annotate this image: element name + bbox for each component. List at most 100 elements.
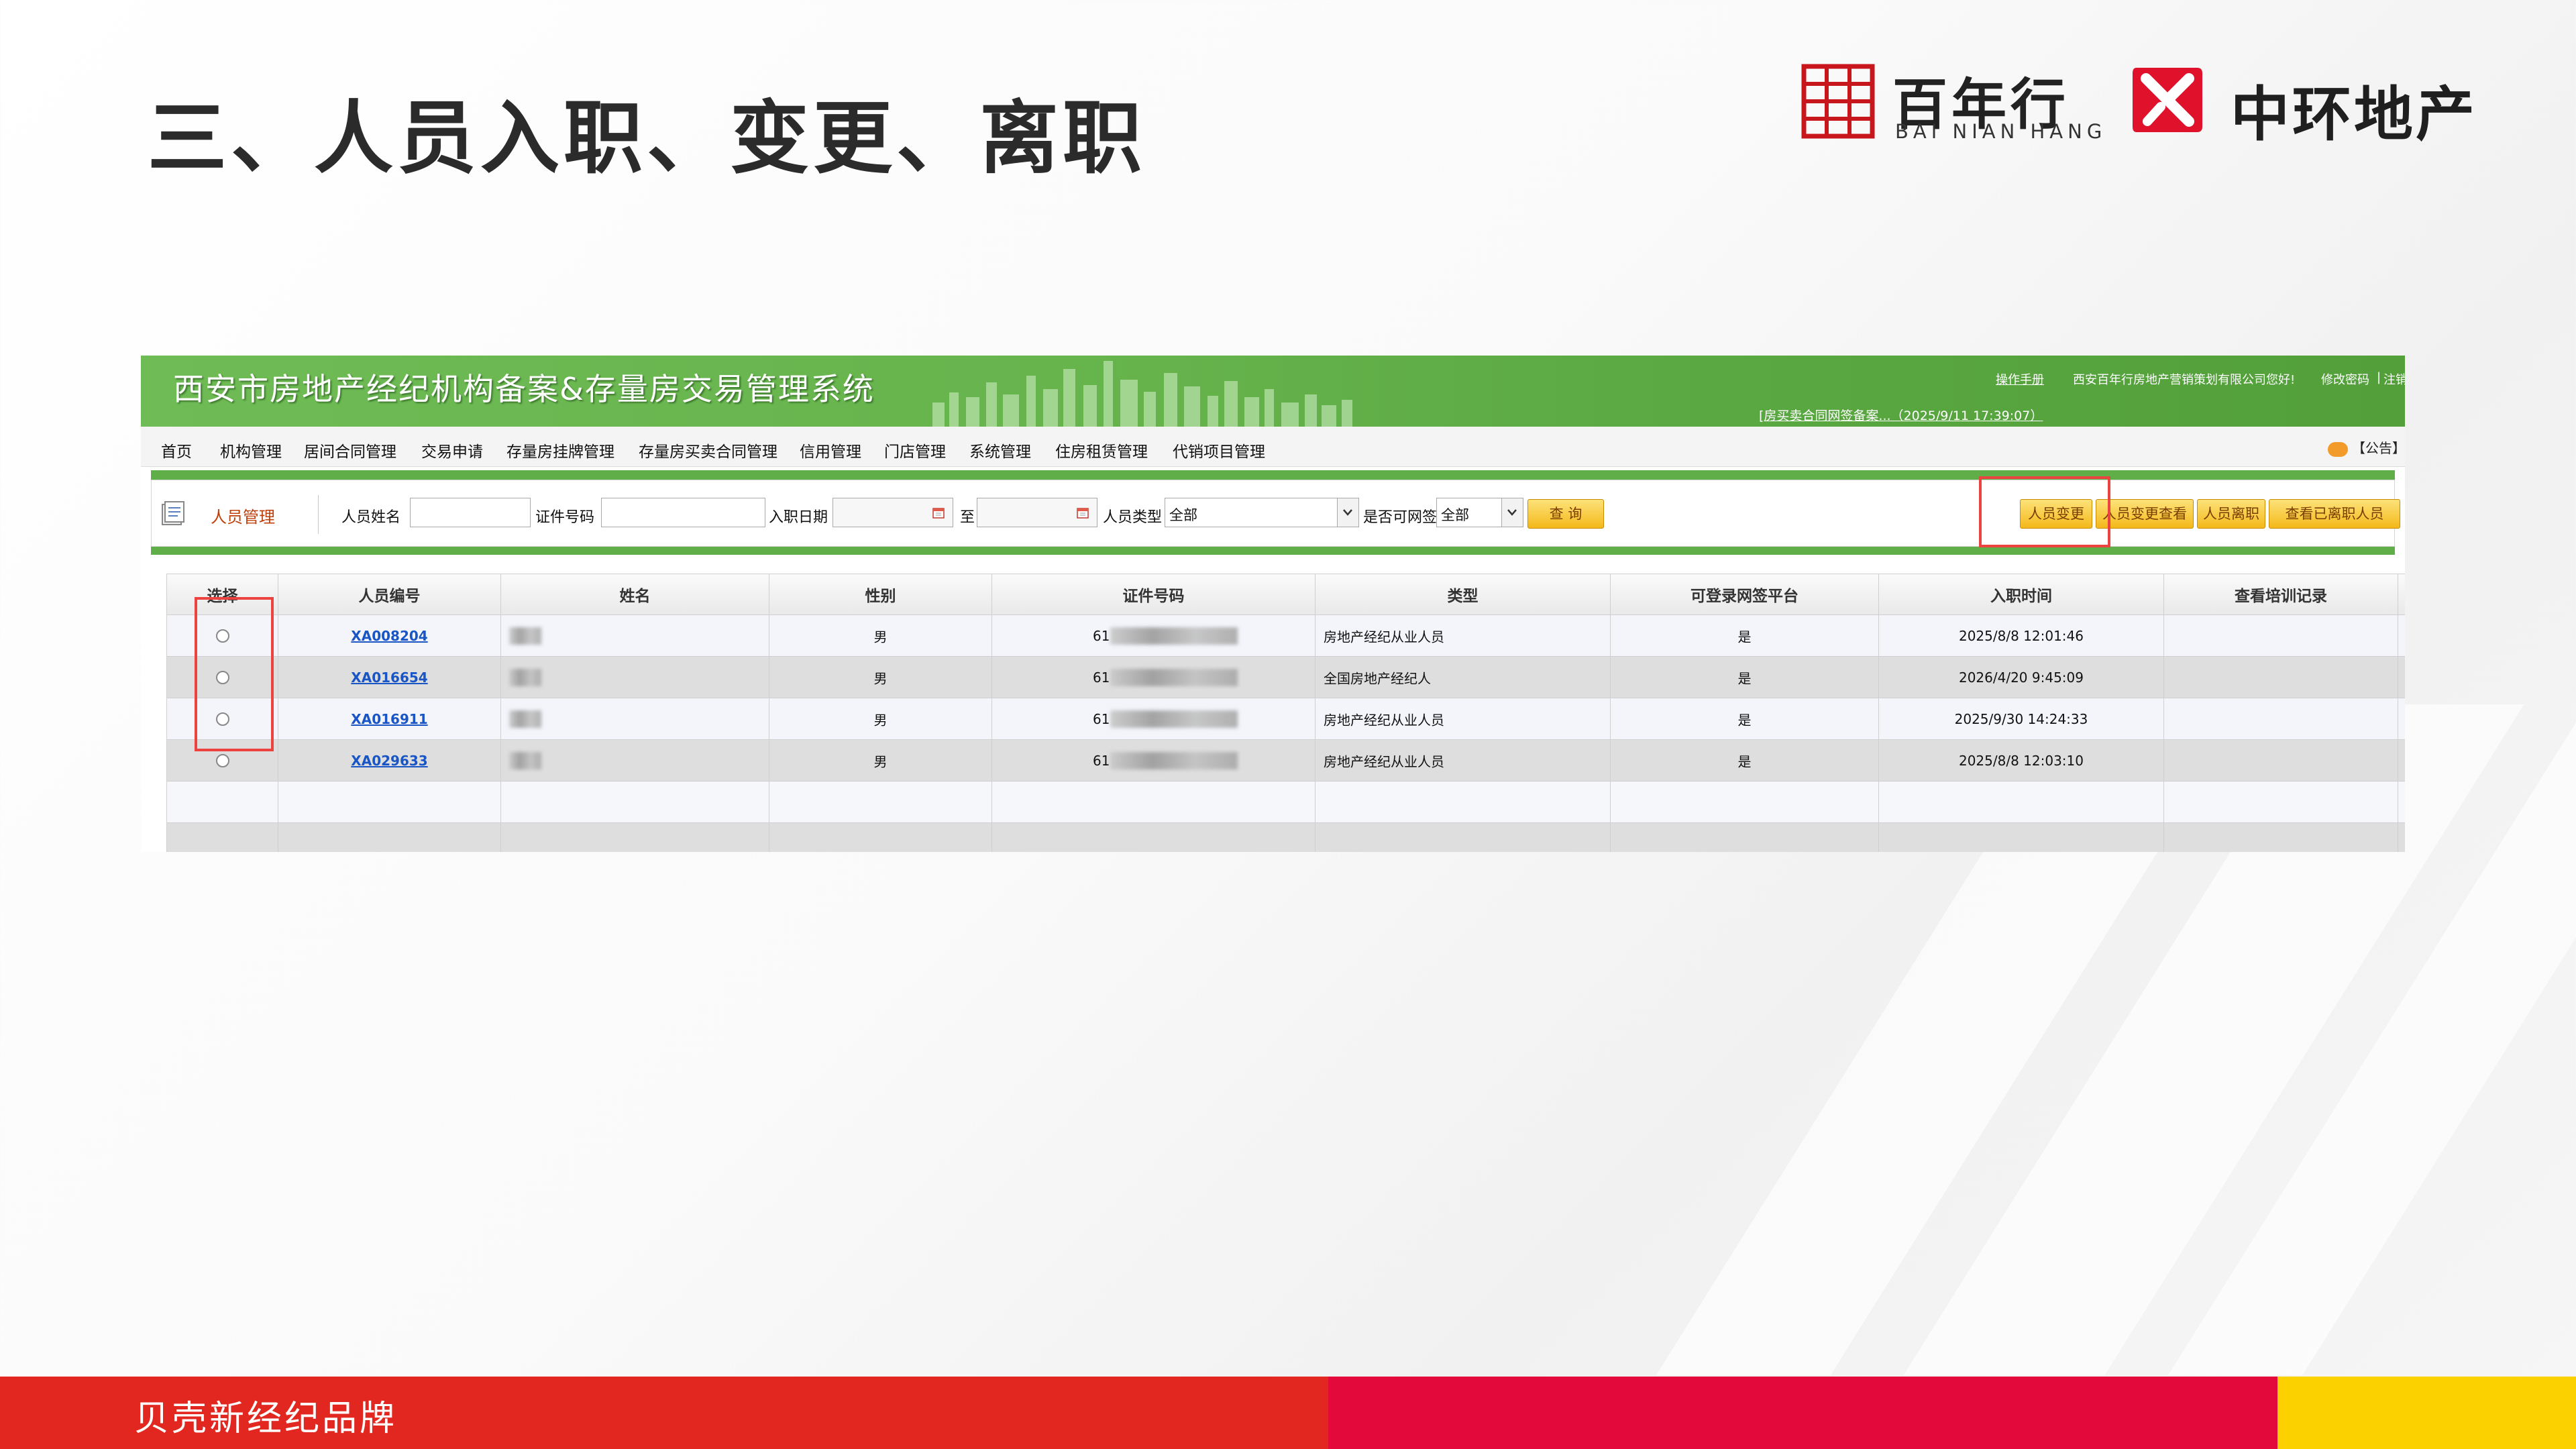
person-resign-button[interactable]: 人员离职 [2197, 499, 2265, 529]
empty-row [166, 823, 2405, 852]
can-login-cell: 是 [1737, 670, 1752, 686]
person-id-link[interactable]: XA016911 [278, 711, 500, 727]
menu-sales-contract[interactable]: 存量房买卖合同管理 [639, 439, 777, 462]
table-row[interactable]: XA016654 男 61 全国房地产经纪人 是 2026/4/20 9:45:… [166, 657, 2405, 698]
id-number-label: 证件号码 [535, 509, 595, 526]
zhonghuan-cn-name: 中环地产 [2231, 80, 2478, 149]
name-input[interactable] [410, 498, 531, 527]
gender-cell: 男 [873, 753, 888, 769]
gender-cell: 男 [873, 629, 888, 645]
col-gender: 性别 [769, 574, 991, 614]
redacted-blur [1110, 751, 1238, 769]
bainianhang-logo: 百年行 BAI NIAN HANG [1801, 64, 2102, 144]
menu-brokerage-contract[interactable]: 居间合同管理 [304, 439, 396, 462]
redacted-blur [509, 668, 541, 686]
table-row[interactable]: XA029633 男 61 房地产经纪从业人员 是 2025/8/8 12:03… [166, 740, 2405, 782]
can-sign-select[interactable]: 全部 [1436, 498, 1523, 527]
name-cell [500, 615, 769, 656]
id-number-cell: 61 [991, 698, 1315, 739]
table-row[interactable]: XA016911 男 61 房地产经纪从业人员 是 2025/9/30 14:2… [166, 698, 2405, 740]
name-cell [500, 740, 769, 781]
person-type-select[interactable]: 全部 [1165, 498, 1359, 527]
name-cell [500, 698, 769, 739]
can-sign-value: 全部 [1441, 507, 1469, 523]
announcement-button[interactable]: 【公告】 [2328, 437, 2405, 457]
calendar-icon[interactable] [1076, 506, 1089, 519]
search-button[interactable]: 查 询 [1527, 499, 1604, 529]
date-to-label: 至 [960, 509, 975, 526]
menu-listing[interactable]: 存量房挂牌管理 [506, 439, 614, 462]
col-type: 类型 [1315, 574, 1610, 614]
hire-time-cell: 2025/8/8 12:03:10 [1958, 752, 2084, 769]
gender-cell: 男 [873, 670, 888, 686]
can-login-cell: 是 [1737, 712, 1752, 728]
app-header: 西安市房地产经纪机构备案&存量房交易管理系统 操作手册 西安百年行房地产营销策划… [141, 356, 2405, 427]
toolbar-divider [318, 495, 319, 534]
col-training: 查看培训记录 [2163, 574, 2398, 614]
col-hire-time: 入职时间 [1878, 574, 2163, 614]
menu-transaction-request[interactable]: 交易申请 [421, 439, 483, 462]
footer-yellow-segment [2277, 1377, 2576, 1449]
menu-home[interactable]: 首页 [161, 439, 192, 462]
bainianhang-en-name: BAI NIAN HANG [1895, 120, 2107, 143]
change-password-link[interactable]: 修改密码 [2321, 370, 2369, 388]
id-number-cell: 61 [991, 657, 1315, 698]
chevron-down-icon [1337, 498, 1358, 527]
row-radio[interactable] [215, 753, 229, 767]
can-sign-label: 是否可网签 [1363, 509, 1438, 526]
table-row[interactable]: XA008204 男 61 房地产经纪从业人员 是 2025/8/8 12:01… [166, 615, 2405, 657]
type-cell: 全国房地产经纪人 [1324, 670, 1431, 686]
section-title: 人员管理 [211, 508, 275, 527]
col-person-id: 人员编号 [278, 574, 500, 614]
hire-time-cell: 2026/4/20 9:45:09 [1958, 669, 2084, 686]
change-button-highlight [1979, 476, 2110, 547]
gender-cell: 男 [873, 712, 888, 728]
chat-bubble-icon [2328, 441, 2348, 457]
person-id-link[interactable]: XA029633 [278, 753, 500, 769]
person-type-label: 人员类型 [1103, 509, 1163, 526]
type-cell: 房地产经纪从业人员 [1324, 712, 1444, 728]
id-number-input[interactable] [601, 498, 765, 527]
hire-time-cell: 2025/8/8 12:01:46 [1958, 627, 2084, 644]
can-login-cell: 是 [1737, 753, 1752, 769]
app-title: 西安市房地产经纪机构备案&存量房交易管理系统 [173, 371, 875, 407]
redacted-blur [509, 627, 541, 645]
id-number-cell: 61 [991, 740, 1315, 781]
hire-time-cell: 2025/9/30 14:24:33 [1954, 710, 2088, 727]
footer-band: 贝壳新经纪品牌 [0, 1377, 2576, 1449]
menu-credit[interactable]: 信用管理 [800, 439, 861, 462]
view-resigned-button[interactable]: 查看已离职人员 [2269, 499, 2400, 529]
slide-title: 三、人员入职、变更、离职 [148, 92, 1146, 184]
type-cell: 房地产经纪从业人员 [1324, 629, 1444, 645]
calendar-icon[interactable] [932, 506, 945, 519]
manual-link[interactable]: 操作手册 [1996, 370, 2044, 388]
green-divider [151, 547, 2395, 555]
type-cell: 房地产经纪从业人员 [1324, 753, 1444, 769]
person-id-link[interactable]: XA016654 [278, 669, 500, 686]
redacted-blur [1110, 668, 1238, 686]
hire-date-label: 入职日期 [769, 509, 828, 526]
col-name: 姓名 [500, 574, 769, 614]
menu-system[interactable]: 系统管理 [969, 439, 1031, 462]
redacted-blur [1110, 627, 1238, 645]
redacted-blur [509, 710, 541, 728]
zhonghuan-emblem-icon [2133, 68, 2202, 132]
name-cell [500, 657, 769, 698]
id-number-cell: 61 [991, 615, 1315, 656]
logout-link[interactable]: 注销 [2383, 370, 2405, 388]
header-separator: | [2377, 370, 2381, 384]
chevron-down-icon [1501, 498, 1523, 527]
notice-marquee[interactable]: [房买卖合同网签备案...（2025/9/11 17:39:07） [1759, 406, 2043, 424]
col-can-login: 可登录网签平台 [1610, 574, 1878, 614]
document-icon [162, 501, 184, 525]
menu-consignment[interactable]: 代销项目管理 [1173, 439, 1265, 462]
can-login-cell: 是 [1737, 629, 1752, 645]
menu-rental[interactable]: 住房租赁管理 [1055, 439, 1148, 462]
menu-agency[interactable]: 机构管理 [220, 439, 282, 462]
main-menu: 首页 机构管理 居间合同管理 交易申请 存量房挂牌管理 存量房买卖合同管理 信用… [141, 427, 2405, 467]
zhonghuan-logo: 中环地产 [2130, 64, 2506, 149]
table-header: 选择 人员编号 姓名 性别 证件号码 类型 可登录网签平台 入职时间 查看培训记… [166, 574, 2405, 615]
person-id-link[interactable]: XA008204 [278, 628, 500, 644]
announcement-label: 【公告】 [2352, 440, 2405, 456]
menu-store[interactable]: 门店管理 [884, 439, 946, 462]
